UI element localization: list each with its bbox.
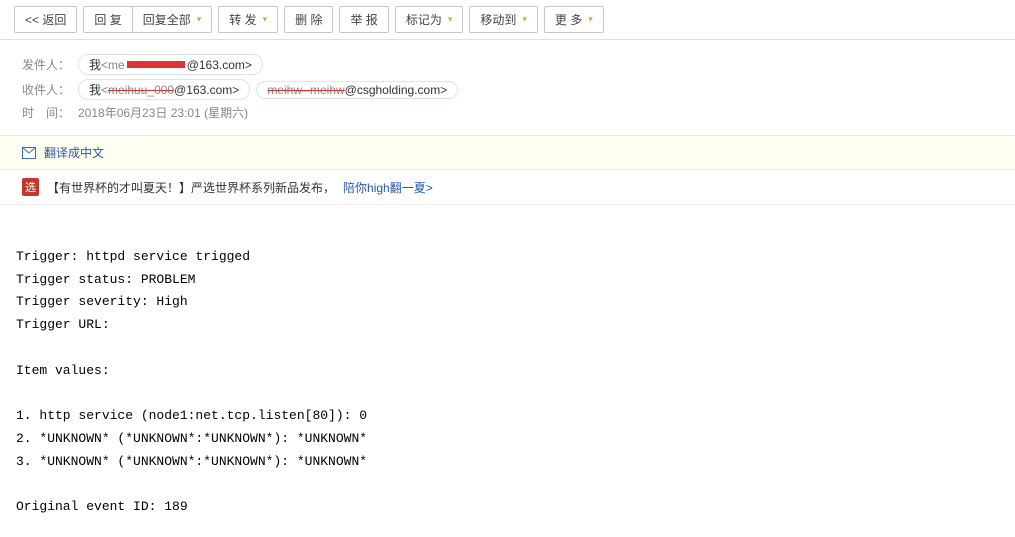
to-chip-2[interactable]: meihw--meihw @csgholding.com> bbox=[256, 81, 458, 99]
mark-as-label: 标记为 bbox=[406, 11, 442, 28]
mark-as-button[interactable]: 标记为 ▾ bbox=[395, 6, 464, 33]
reply-group: 回 复 回复全部 ▾ bbox=[83, 6, 212, 33]
promo-banner: 选 【有世界杯的才叫夏天！】严选世界杯系列新品发布， 陪你high翻一夏> bbox=[0, 170, 1015, 205]
reply-all-button[interactable]: 回复全部 ▾ bbox=[132, 6, 213, 33]
spam-button[interactable]: 举 报 bbox=[339, 6, 388, 33]
to-row: 收件人： 我 < meihuu_000 @163.com> meihw--mei… bbox=[22, 79, 993, 100]
chevron-down-icon: ▾ bbox=[263, 14, 268, 25]
to-label: 收件人： bbox=[22, 81, 78, 98]
move-to-button[interactable]: 移动到 ▾ bbox=[469, 6, 538, 33]
body-line: Trigger URL: bbox=[16, 317, 110, 332]
chip-me: 我 bbox=[89, 81, 101, 98]
from-label: 发件人： bbox=[22, 56, 78, 73]
forward-button[interactable]: 转 发 ▾ bbox=[218, 6, 278, 33]
body-line: Trigger status: PROBLEM bbox=[16, 272, 195, 287]
mail-icon bbox=[22, 147, 36, 159]
body-line: 2. *UNKNOWN* (*UNKNOWN*:*UNKNOWN*): *UNK… bbox=[16, 431, 367, 446]
reply-button[interactable]: 回 复 bbox=[83, 6, 132, 33]
from-row: 发件人： 我 <me @163.com> bbox=[22, 54, 993, 75]
body-line: 3. *UNKNOWN* (*UNKNOWN*:*UNKNOWN*): *UNK… bbox=[16, 454, 367, 469]
body-line: Trigger: httpd service trigged bbox=[16, 249, 250, 264]
promo-text: 【有世界杯的才叫夏天！】严选世界杯系列新品发布， bbox=[47, 179, 335, 196]
chip-me: 我 bbox=[89, 56, 101, 73]
time-label: 时 间： bbox=[22, 104, 78, 121]
redacted-text: meihuu_000 bbox=[108, 83, 174, 97]
back-button[interactable]: << 返回 bbox=[14, 6, 77, 33]
chevron-down-icon: ▾ bbox=[448, 14, 453, 25]
move-to-label: 移动到 bbox=[480, 11, 516, 28]
chip-domain: @163.com> bbox=[174, 83, 239, 97]
from-chip[interactable]: 我 <me @163.com> bbox=[78, 54, 263, 75]
toolbar: << 返回 回 复 回复全部 ▾ 转 发 ▾ 删 除 举 报 标记为 ▾ 移动到… bbox=[0, 0, 1015, 40]
delete-button[interactable]: 删 除 bbox=[284, 6, 333, 33]
more-label: 更 多 bbox=[555, 11, 582, 28]
body-line: Original event ID: 189 bbox=[16, 499, 188, 514]
body-line: Trigger severity: High bbox=[16, 294, 188, 309]
promo-link[interactable]: 陪你high翻一夏> bbox=[343, 179, 433, 196]
chevron-down-icon: ▾ bbox=[522, 14, 527, 25]
translate-banner: 翻译成中文 bbox=[0, 136, 1015, 170]
translate-link[interactable]: 翻译成中文 bbox=[44, 144, 104, 161]
chip-domain: @163.com> bbox=[187, 58, 252, 72]
redacted-text: meihw--meihw bbox=[267, 83, 344, 97]
time-value: 2018年06月23日 23:01 (星期六) bbox=[78, 104, 248, 121]
mail-body: Trigger: httpd service trigged Trigger s… bbox=[0, 205, 1015, 537]
reply-all-label: 回复全部 bbox=[143, 11, 191, 28]
chip-lt: < bbox=[101, 83, 108, 97]
more-button[interactable]: 更 多 ▾ bbox=[544, 6, 604, 33]
time-row: 时 间： 2018年06月23日 23:01 (星期六) bbox=[22, 104, 993, 121]
chevron-down-icon: ▾ bbox=[197, 14, 202, 25]
body-line: 1. http service (node1:net.tcp.listen[80… bbox=[16, 408, 367, 423]
chevron-down-icon: ▾ bbox=[588, 14, 593, 25]
redacted-bar bbox=[127, 61, 185, 68]
mail-header: 发件人： 我 <me @163.com> 收件人： 我 < meihuu_000… bbox=[0, 40, 1015, 136]
chip-domain: @csgholding.com> bbox=[345, 83, 448, 97]
promo-badge: 选 bbox=[22, 178, 39, 196]
to-chip-1[interactable]: 我 < meihuu_000 @163.com> bbox=[78, 79, 250, 100]
forward-label: 转 发 bbox=[229, 11, 256, 28]
body-line: Item values: bbox=[16, 363, 110, 378]
chip-lt: <me bbox=[101, 58, 125, 72]
